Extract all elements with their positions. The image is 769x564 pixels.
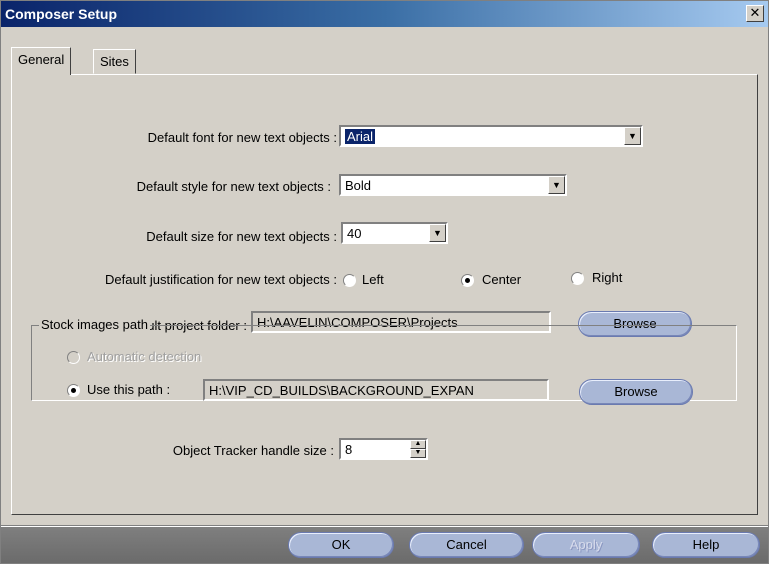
close-button[interactable]: ✕ xyxy=(746,5,764,22)
button-bar: OK Cancel Apply Help xyxy=(1,527,768,563)
size-select[interactable]: 40 ▼ xyxy=(341,222,448,244)
stock-path-browse-button[interactable]: Browse xyxy=(579,379,693,405)
tab-sites[interactable]: Sites xyxy=(93,49,136,74)
tab-sites-label: Sites xyxy=(100,54,129,69)
chevron-down-icon[interactable]: ▼ xyxy=(624,127,641,145)
justification-label: Default justification for new text objec… xyxy=(105,272,337,287)
justify-left-label: Left xyxy=(362,272,384,287)
tracker-label: Object Tracker handle size : xyxy=(172,443,334,458)
chevron-down-icon[interactable]: ▼ xyxy=(548,176,565,194)
title-bar[interactable]: Composer Setup ✕ xyxy=(1,1,768,27)
ok-button[interactable]: OK xyxy=(288,532,394,558)
tab-general-label: General xyxy=(18,52,65,67)
spinner-buttons: ▲ ▼ xyxy=(410,440,426,458)
size-select-value: 40 xyxy=(347,226,362,241)
ok-button-label: OK xyxy=(331,537,351,552)
stock-images-group-title: Stock images path xyxy=(39,317,150,332)
chevron-down-icon[interactable]: ▼ xyxy=(429,224,446,242)
close-icon: ✕ xyxy=(749,5,761,20)
font-select[interactable]: Arial ▼ xyxy=(339,125,643,147)
stock-path-field[interactable]: H:\VIP_CD_BUILDS\BACKGROUND_EXPAN xyxy=(203,379,549,401)
font-label: Default font for new text objects : xyxy=(147,130,337,145)
tracker-spinner-value: 8 xyxy=(345,442,353,457)
use-this-path-radio[interactable] xyxy=(67,384,80,397)
tracker-spinner[interactable]: 8 ▲ ▼ xyxy=(339,438,428,460)
justify-center-radio[interactable] xyxy=(461,274,474,287)
help-button-label: Help xyxy=(692,537,720,552)
apply-button-label: Apply xyxy=(569,537,603,552)
cancel-button-label: Cancel xyxy=(446,537,487,552)
automatic-detection-label: Automatic detection xyxy=(87,349,202,364)
stock-path-value: H:\VIP_CD_BUILDS\BACKGROUND_EXPAN xyxy=(209,383,474,398)
stock-path-browse-label: Browse xyxy=(614,384,658,399)
size-label: Default size for new text objects : xyxy=(146,229,337,244)
spin-down-icon[interactable]: ▼ xyxy=(410,449,426,458)
dialog-client: General Sites Default font for new text … xyxy=(1,27,768,563)
justify-right-radio[interactable] xyxy=(571,272,584,285)
tab-general[interactable]: General xyxy=(11,47,72,75)
apply-button[interactable]: Apply xyxy=(532,532,640,558)
style-select-value: Bold xyxy=(345,178,372,193)
justify-right-label: Right xyxy=(592,270,623,285)
use-this-path-label: Use this path : xyxy=(87,382,171,397)
cancel-button[interactable]: Cancel xyxy=(409,532,524,558)
spin-up-icon[interactable]: ▲ xyxy=(410,440,426,449)
automatic-detection-radio[interactable] xyxy=(67,351,80,364)
help-button[interactable]: Help xyxy=(652,532,760,558)
window-title: Composer Setup xyxy=(5,6,118,22)
justify-center-label: Center xyxy=(482,272,522,287)
justify-left-radio[interactable] xyxy=(343,274,356,287)
style-select[interactable]: Bold ▼ xyxy=(339,174,567,196)
font-select-value: Arial xyxy=(345,129,376,144)
style-label: Default style for new text objects : xyxy=(136,179,331,194)
composer-setup-dialog: Composer Setup ✕ General Sites Default f… xyxy=(0,0,769,564)
